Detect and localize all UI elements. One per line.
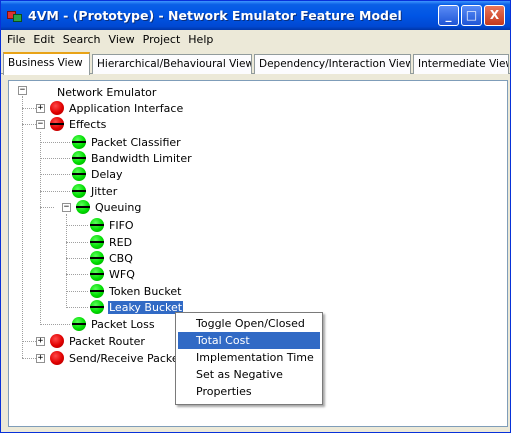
expand-packet-router-icon[interactable]: + — [36, 337, 45, 346]
tree-node-label: Packet Classifier — [91, 135, 181, 149]
tree-node-label: Network Emulator — [57, 85, 157, 99]
tree-node-token-bucket[interactable]: Token Bucket — [90, 283, 182, 299]
red-status-icon — [50, 334, 64, 348]
tree-node-effects[interactable]: Effects — [50, 116, 107, 132]
tab-hierarchical-view[interactable]: Hierarchical/Behavioural View — [92, 54, 252, 74]
title-bar[interactable]: 4VM - (Prototype) - Network Emulator Fea… — [1, 1, 510, 30]
expand-send-receive-packets-icon[interactable]: + — [36, 354, 45, 363]
red-status-icon — [50, 351, 64, 365]
green-negated-status-icon — [76, 200, 90, 214]
menu-help[interactable]: Help — [184, 33, 217, 46]
tree-node-red[interactable]: RED — [90, 234, 133, 250]
green-negated-status-icon — [72, 151, 86, 165]
tree-node-label: FIFO — [109, 218, 134, 232]
tree-node-delay[interactable]: Delay — [72, 166, 124, 182]
context-menu: Toggle Open/Closed Total Cost Implementa… — [175, 312, 323, 405]
menu-item-set-as-negative[interactable]: Set as Negative — [176, 366, 322, 383]
tree-node-packet-router[interactable]: Packet Router — [50, 333, 146, 349]
tree-node-label: Application Interface — [69, 101, 184, 115]
menu-view[interactable]: View — [105, 33, 139, 46]
tree-node-network-emulator[interactable]: Network Emulator — [56, 84, 157, 100]
green-negated-status-icon — [72, 167, 86, 181]
green-negated-status-icon — [72, 135, 86, 149]
green-negated-status-icon — [90, 300, 104, 314]
collapse-effects-icon[interactable]: − — [36, 120, 45, 129]
green-negated-status-icon — [90, 235, 104, 249]
tree-node-label: Effects — [69, 117, 107, 131]
minimize-button[interactable]: _ — [438, 5, 459, 26]
green-negated-status-icon — [90, 251, 104, 265]
tree-node-cbq[interactable]: CBQ — [90, 250, 134, 266]
tree-node-label: CBQ — [109, 251, 133, 265]
expand-application-interface-icon[interactable]: + — [36, 104, 45, 113]
tree-node-application-interface[interactable]: Application Interface — [50, 100, 184, 116]
tree-node-label: Packet Loss — [91, 317, 155, 331]
red-status-icon — [50, 101, 64, 115]
tree-node-packet-loss[interactable]: Packet Loss — [72, 316, 156, 332]
menu-file[interactable]: File — [3, 33, 29, 46]
tree-node-label: Bandwidth Limiter — [91, 151, 192, 165]
tab-intermediate-view[interactable]: Intermediate View — [413, 54, 509, 74]
tree-node-label: Token Bucket — [109, 284, 182, 298]
tree-node-send-receive-packets[interactable]: Send/Receive Packets — [50, 350, 190, 366]
menu-item-toggle-open-closed[interactable]: Toggle Open/Closed — [176, 315, 322, 332]
tree-node-label-selected: Leaky Bucket — [108, 300, 184, 314]
menu-project[interactable]: Project — [139, 33, 185, 46]
tree-node-leaky-bucket[interactable]: Leaky Bucket — [90, 299, 184, 315]
tree-node-label: Jitter — [91, 184, 118, 198]
tree-node-label: RED — [109, 235, 133, 249]
window-title: 4VM - (Prototype) - Network Emulator Fea… — [28, 8, 402, 23]
red-negated-status-icon — [50, 117, 64, 131]
tree-node-label: WFQ — [109, 267, 135, 281]
view-tabs: Business View Hierarchical/Behavioural V… — [1, 52, 510, 75]
menu-item-properties[interactable]: Properties — [176, 383, 322, 400]
tab-business-view[interactable]: Business View — [3, 52, 90, 75]
app-logo-icon — [7, 8, 23, 24]
collapse-network-emulator-icon[interactable]: − — [18, 86, 27, 95]
menu-search[interactable]: Search — [59, 33, 105, 46]
tree-node-fifo[interactable]: FIFO — [90, 217, 135, 233]
maximize-button[interactable]: □ — [461, 5, 482, 26]
green-negated-status-icon — [90, 284, 104, 298]
collapse-queuing-icon[interactable]: − — [62, 203, 71, 212]
tree-node-jitter[interactable]: Jitter — [72, 183, 118, 199]
tree-node-queuing[interactable]: Queuing — [76, 199, 142, 215]
tree-node-packet-classifier[interactable]: Packet Classifier — [72, 134, 182, 150]
menu-edit[interactable]: Edit — [29, 33, 58, 46]
tree-node-bandwidth-limiter[interactable]: Bandwidth Limiter — [72, 150, 193, 166]
tree-node-label: Queuing — [95, 200, 142, 214]
menu-bar: File Edit Search View Project Help — [1, 30, 510, 49]
tree-node-label: Packet Router — [69, 334, 145, 348]
app-window: 4VM - (Prototype) - Network Emulator Fea… — [0, 0, 511, 433]
green-negated-status-icon — [72, 184, 86, 198]
tree-node-label: Send/Receive Packets — [69, 351, 189, 365]
green-negated-status-icon — [72, 317, 86, 331]
green-negated-status-icon — [90, 267, 104, 281]
menu-item-implementation-time[interactable]: Implementation Time — [176, 349, 322, 366]
green-negated-status-icon — [90, 218, 104, 232]
tree-node-wfq[interactable]: WFQ — [90, 266, 136, 282]
tab-dependency-view[interactable]: Dependency/Interaction View — [254, 54, 411, 74]
menu-item-total-cost[interactable]: Total Cost — [178, 332, 320, 349]
tree-node-label: Delay — [91, 167, 123, 181]
close-button[interactable]: X — [484, 5, 505, 26]
